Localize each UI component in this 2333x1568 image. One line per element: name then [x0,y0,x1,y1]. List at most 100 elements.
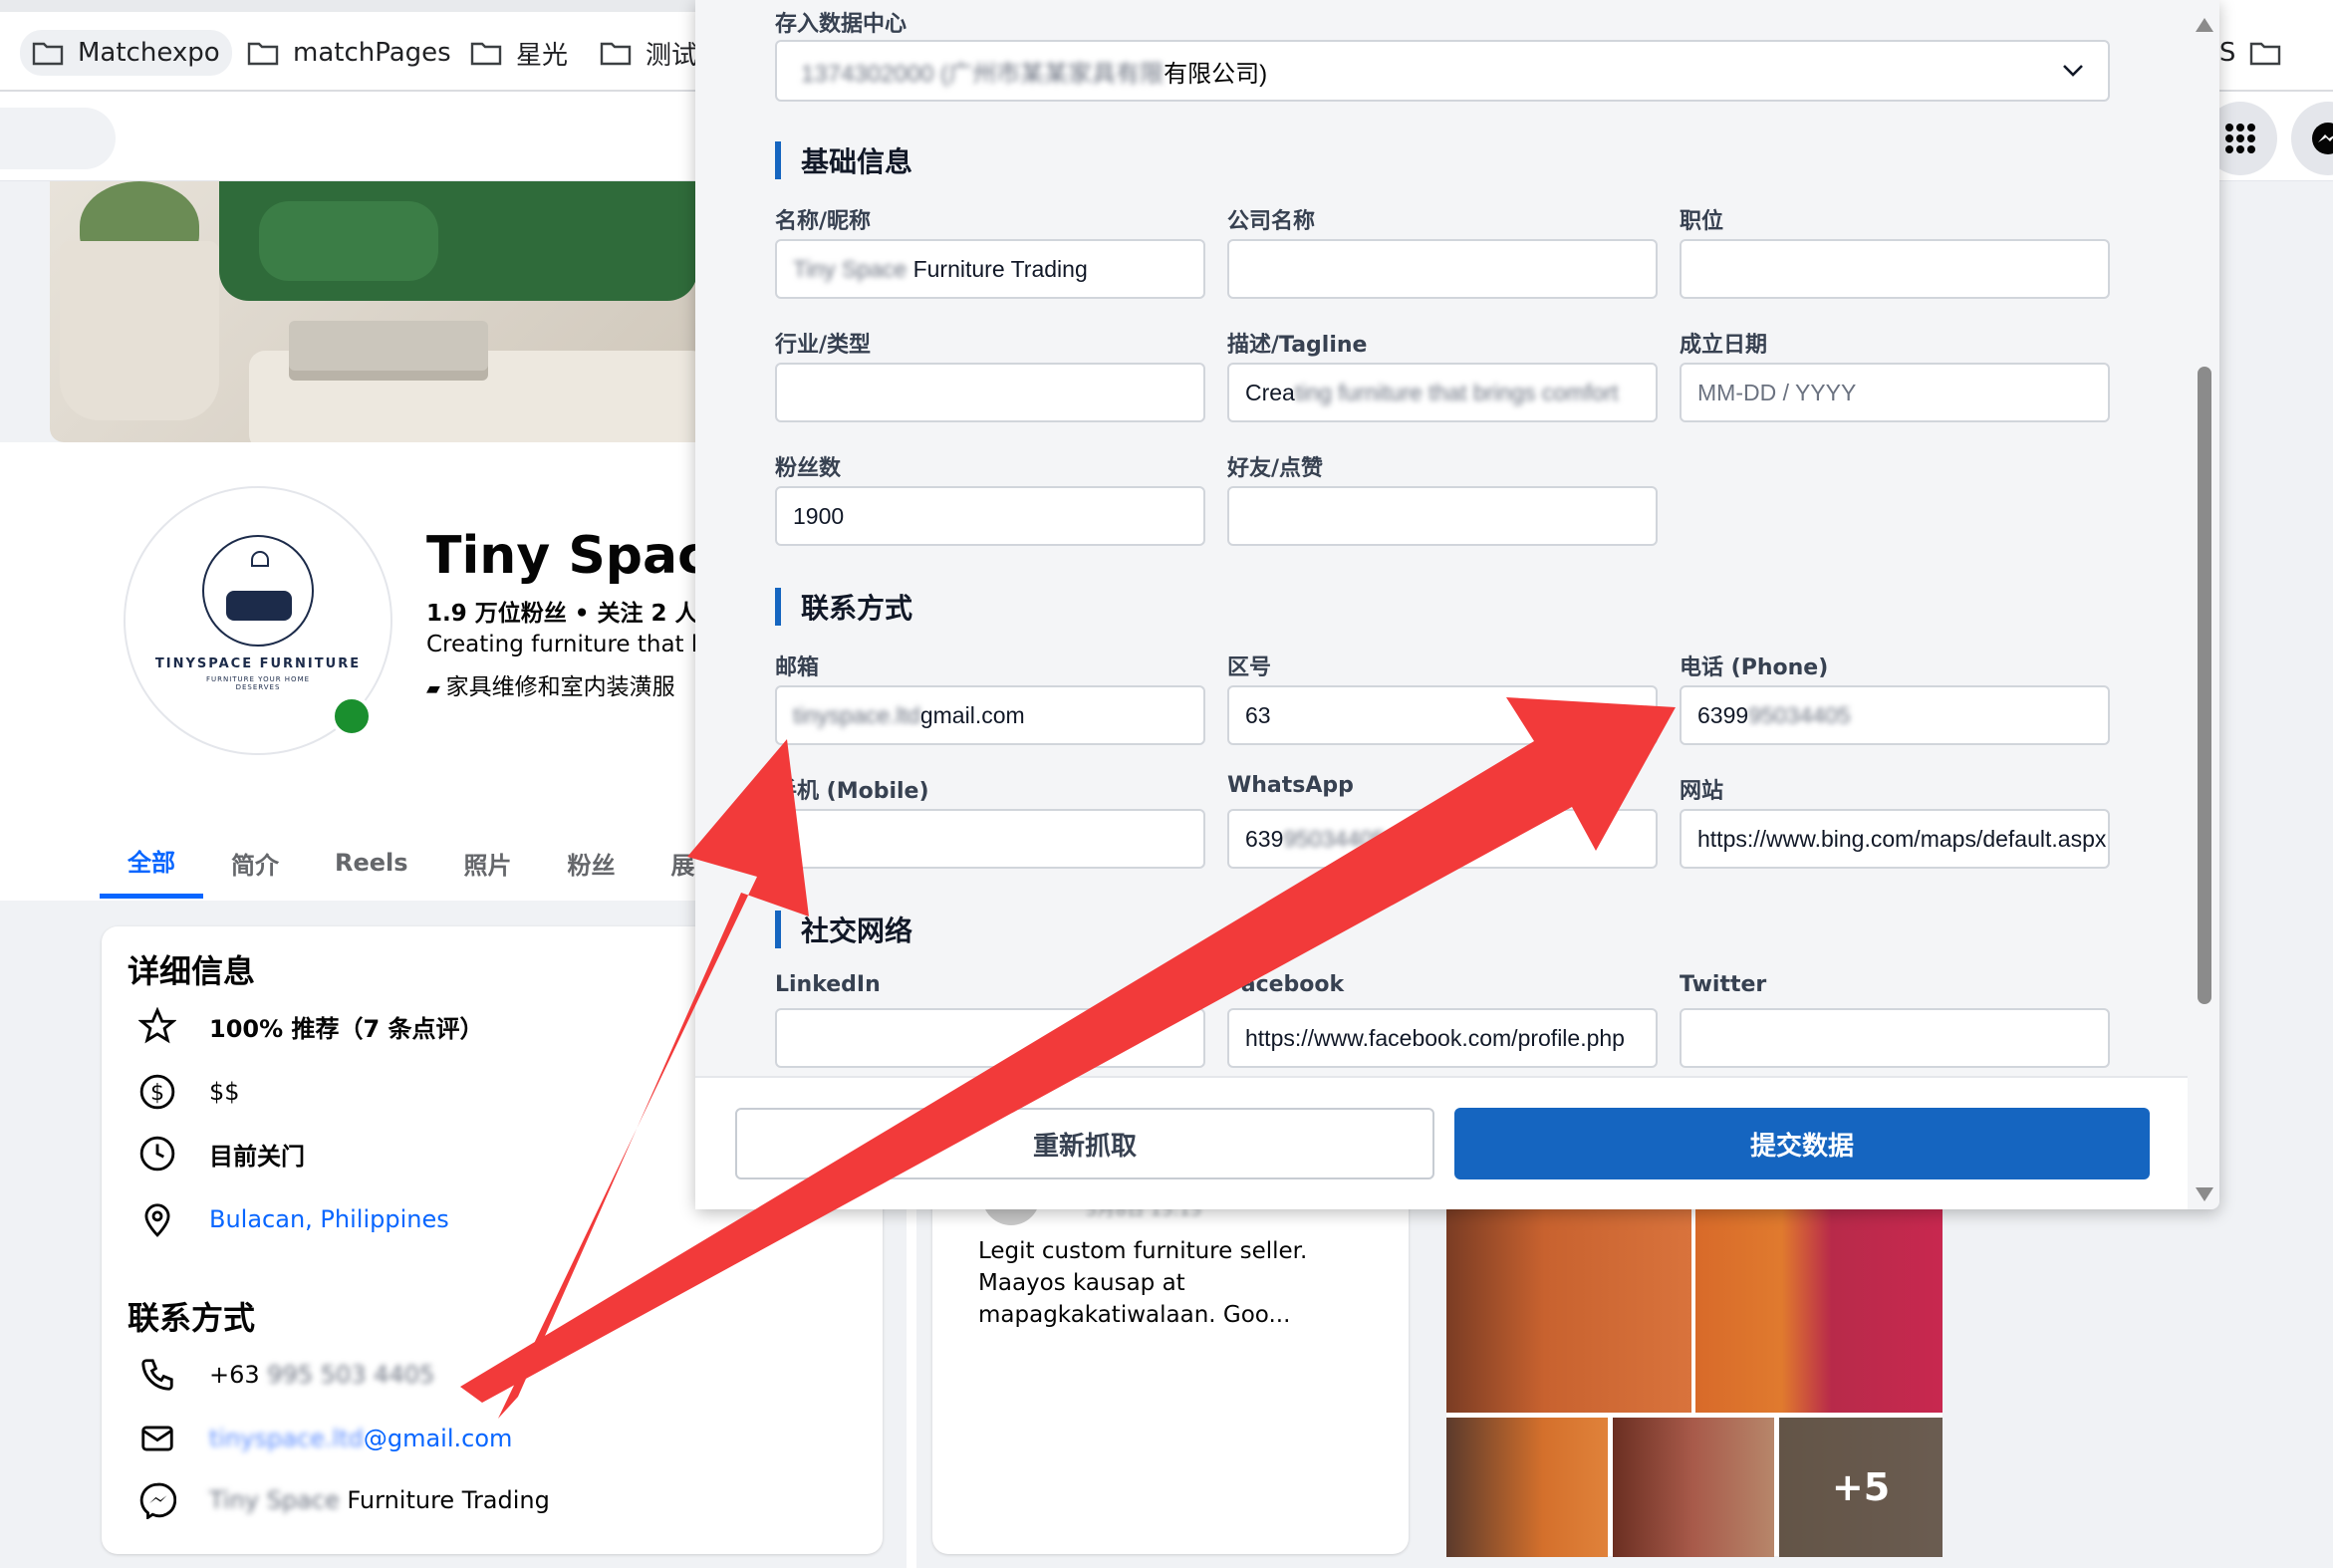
online-status-dot [331,695,373,737]
location-link[interactable]: Bulacan, Philippines [209,1205,449,1233]
messenger-text: Tiny Space Furniture Trading [209,1486,550,1514]
photo-fabric-1[interactable] [1446,1205,1691,1413]
cover-photo[interactable] [50,181,697,442]
name-input[interactable]: Tiny Space Furniture Trading [775,239,1205,299]
bookmark-xingguang[interactable]: 星光 [458,30,580,76]
email-label: 邮箱 [775,655,820,680]
refetch-button[interactable]: 重新抓取 [735,1108,1434,1179]
messenger-icon [2312,123,2333,154]
friends-label: 好友/点赞 [1227,456,1324,481]
tab-all[interactable]: 全部 [100,827,203,899]
profile-tabs: 全部 简介 Reels 照片 粉丝 展开 [100,827,747,899]
facebook-input[interactable]: https://www.facebook.com/profile.php [1227,1008,1658,1068]
email-row: tinyspace.ltd@gmail.com [137,1419,512,1458]
facebook-search[interactable] [0,108,116,169]
photo-fabric-2[interactable] [1695,1205,1943,1413]
rating-text: 100% 推荐（7 条点评） [209,1014,484,1043]
scroll-up-arrow-icon[interactable] [2196,18,2213,32]
website-input[interactable]: https://www.bing.com/maps/default.aspx [1680,809,2110,869]
price-row: $ $$ [137,1072,240,1112]
twitter-label: Twitter [1680,972,1767,997]
bookmark-matchpages[interactable]: matchPages [235,30,463,76]
bookmark-label: Matchexpo [78,38,220,68]
messenger-outline-icon [137,1480,177,1520]
logo-mark [202,534,314,647]
review-card [932,1176,1409,1554]
svg-text:$: $ [150,1080,164,1106]
mobile-label: 手机 (Mobile) [775,779,929,804]
location-pin-icon [137,1199,177,1239]
founded-label: 成立日期 [1680,333,1768,358]
location-row: Bulacan, Philippines [137,1199,449,1239]
tab-followers[interactable]: 粉丝 [540,827,644,899]
hours-row: 目前关门 [137,1134,305,1174]
page-tagline: Creating furniture that bri [426,632,697,657]
bookmark-label: 测试 [646,40,698,71]
contact-title: 联系方式 [128,1299,256,1337]
tab-reels[interactable]: Reels [307,827,436,899]
logo-subtext: FURNITURE YOUR HOME DESERVES [205,674,311,691]
company-label: 公司名称 [1227,209,1316,234]
friends-input[interactable] [1227,486,1658,546]
bookmark-ceshi[interactable]: 测试 [588,30,709,76]
price-text: $$ [209,1078,240,1106]
cover-cushion [259,201,438,281]
category-text: 家具维修和室内装潢服 [445,674,675,700]
email-link[interactable]: tinyspace.ltd@gmail.com [209,1425,512,1452]
clock-icon [137,1134,177,1174]
bookmark-label: 星光 [516,40,569,71]
more-photos-count[interactable]: +5 [1779,1418,1943,1557]
tab-photos[interactable]: 照片 [436,827,540,899]
position-input[interactable] [1680,239,2110,299]
area-code-input[interactable]: 63 [1227,685,1658,745]
website-label: 网站 [1680,779,1724,804]
bookmark-label: matchPages [293,38,451,68]
basic-info-title: 基础信息 [775,141,912,179]
whatsapp-input[interactable]: 639 95034405 [1227,809,1658,869]
scrollbar-thumb[interactable] [2198,367,2211,1004]
chevron-down-icon [2062,57,2084,85]
photo-fabric-3[interactable] [1446,1418,1608,1557]
company-input[interactable] [1227,239,1658,299]
social-section-title: 社交网络 [775,911,912,948]
messenger-row: Tiny Space Furniture Trading [137,1480,550,1520]
scroll-down-arrow-icon[interactable] [2196,1187,2213,1201]
twitter-input[interactable] [1680,1008,2110,1068]
tagline-label: 描述/Tagline [1227,333,1368,358]
industry-input[interactable] [775,363,1205,422]
mail-icon [137,1419,177,1458]
followers-count[interactable]: 1.9 万位粉丝 • 关注 2 人 [426,594,698,628]
folder-icon [600,41,632,66]
linkedin-input[interactable] [775,1008,1205,1068]
datacenter-select[interactable]: 1374302000 (广州市某某家具有限有限公司) [775,40,2110,102]
tab-about[interactable]: 简介 [203,827,307,899]
logo-text: TINYSPACE FURNITURE [154,655,362,671]
review-text: Legit custom furniture seller. Maayos ka… [978,1238,1308,1328]
cover-vase [60,241,219,420]
fans-input[interactable]: 1900 [775,486,1205,546]
facebook-label: Facebook [1227,972,1345,997]
name-label: 名称/昵称 [775,209,872,234]
category-icon: ▰ [426,678,446,699]
mobile-input[interactable] [775,809,1205,869]
folder-icon [470,41,502,66]
phone-row: +63 995 503 4405 [137,1355,434,1395]
whatsapp-label: WhatsApp [1227,773,1354,798]
phone-input[interactable]: 6399 95034405 [1680,685,2110,745]
email-input[interactable]: tinyspace.ltd gmail.com [775,685,1205,745]
bookmark-matchexpo[interactable]: Matchexpo [20,30,232,76]
lamp-icon [251,550,269,567]
cover-books [289,321,488,371]
grid-icon [2225,124,2255,153]
datacenter-selected: 1374302000 (广州市某某家具有限有限公司) [801,60,1268,88]
store-label: 存入数据中心 [775,12,907,37]
folder-icon [247,41,279,66]
founded-input[interactable]: MM-DD / YYYY [1680,363,2110,422]
area-code-label: 区号 [1227,655,1272,680]
dollar-icon: $ [137,1072,177,1112]
folder-icon [2249,41,2281,66]
photo-fabric-4[interactable] [1613,1418,1774,1557]
tagline-input[interactable]: Crea ting furniture that brings comfort [1227,363,1658,422]
star-icon [137,1006,177,1046]
submit-button[interactable]: 提交数据 [1454,1108,2150,1179]
